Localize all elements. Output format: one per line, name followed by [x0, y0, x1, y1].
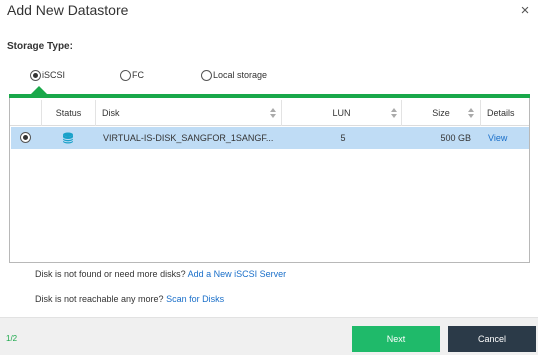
row-lun: 5: [340, 133, 346, 143]
table-row[interactable]: VIRTUAL-IS-DISK_SANGFOR_1SANGF... 5 500 …: [11, 127, 529, 149]
not-found-text: Disk is not found or need more disks?: [35, 269, 186, 279]
add-iscsi-server-link[interactable]: Add a New iSCSI Server: [188, 269, 287, 279]
disk-table: Status Disk LUN Size Details VIRTUAL-IS-…: [9, 98, 530, 263]
sort-icon[interactable]: [270, 108, 276, 118]
dialog-title: Add New Datastore: [7, 2, 129, 18]
header-details: Details: [487, 108, 515, 118]
row-select[interactable]: [11, 127, 43, 149]
next-button[interactable]: Next: [352, 326, 440, 352]
cancel-button[interactable]: Cancel: [448, 326, 536, 352]
storage-type-fc-label: FC: [132, 70, 144, 80]
radio-unselected-icon[interactable]: [201, 69, 212, 81]
storage-type-iscsi-label: iSCSI: [42, 70, 66, 80]
header-disk-label: Disk: [102, 108, 120, 118]
storage-type-iscsi[interactable]: iSCSI: [30, 68, 65, 82]
sort-icon[interactable]: [391, 108, 397, 118]
storage-type-fc[interactable]: FC: [120, 68, 144, 82]
header-select: [10, 100, 42, 126]
storage-type-label: Storage Type:: [7, 41, 73, 52]
header-lun-label: LUN: [332, 108, 351, 118]
page-indicator: 1/2: [6, 334, 18, 343]
close-icon[interactable]: ×: [518, 3, 532, 18]
header-size[interactable]: Size: [402, 100, 481, 126]
database-icon: [62, 132, 74, 144]
table-header: Status Disk LUN Size Details: [10, 100, 529, 126]
row-disk: VIRTUAL-IS-DISK_SANGFOR_1SANGF...: [103, 133, 274, 143]
view-link[interactable]: View: [488, 133, 507, 143]
radio-selected-icon[interactable]: [20, 132, 31, 143]
dialog-footer: 1/2 Next Cancel: [0, 317, 538, 355]
not-found-message: Disk is not found or need more disks? Ad…: [35, 269, 286, 279]
sort-icon[interactable]: [468, 108, 474, 118]
header-disk[interactable]: Disk: [96, 100, 282, 126]
radio-unselected-icon[interactable]: [120, 69, 131, 81]
not-reachable-message: Disk is not reachable any more? Scan for…: [35, 294, 224, 304]
not-reachable-text: Disk is not reachable any more?: [35, 294, 164, 304]
scan-for-disks-link[interactable]: Scan for Disks: [166, 294, 224, 304]
storage-type-local-label: Local storage: [213, 70, 268, 80]
header-size-label: Size: [432, 108, 450, 118]
header-lun[interactable]: LUN: [282, 100, 402, 126]
row-size: 500 GB: [440, 133, 471, 143]
view-details-link[interactable]: View: [475, 127, 523, 149]
storage-type-local[interactable]: Local storage: [201, 68, 267, 82]
header-status: Status: [42, 100, 96, 126]
tab-pointer-icon: [31, 86, 47, 94]
radio-selected-icon[interactable]: [30, 69, 41, 81]
